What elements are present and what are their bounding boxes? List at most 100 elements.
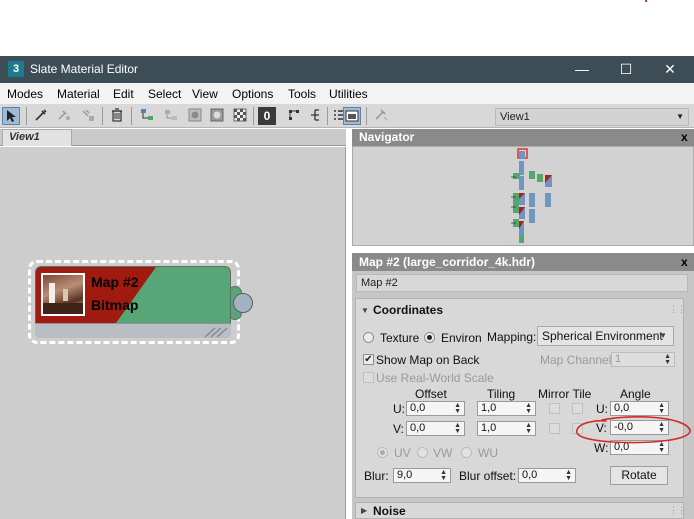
show-map-icon[interactable] — [208, 107, 226, 125]
u-mirror-checkbox[interactable] — [549, 403, 560, 414]
node-type: Bitmap — [91, 297, 139, 313]
spinner-arrows-icon: ▲ ▼ — [440, 469, 447, 482]
select-arrow-icon[interactable] — [2, 107, 20, 125]
rotate-button[interactable]: Rotate — [610, 466, 668, 485]
parameter-panel-header[interactable]: Map #2 (large_corridor_4k.hdr) — [352, 253, 694, 271]
rollout-expanded-icon: ▼ — [361, 306, 369, 315]
tab-view1[interactable]: View1 — [2, 129, 72, 146]
spinner-arrows-icon: ▲ ▼ — [454, 422, 461, 435]
v-tiling-value: 1,0 — [481, 422, 497, 434]
node-title: Map #2 — [91, 274, 139, 290]
node-thumbnail — [41, 273, 85, 316]
map-channel-label: Map Channel: — [540, 353, 615, 367]
toolbar-separator — [253, 107, 254, 125]
hide-children-icon[interactable] — [162, 107, 180, 125]
vw-radio[interactable] — [417, 447, 428, 458]
minimize-button[interactable]: — — [562, 58, 602, 80]
u-offset-spinner[interactable]: 0,0 ▲ ▼ — [406, 401, 465, 416]
blur-spinner[interactable]: 9,0 ▲ ▼ — [393, 468, 451, 483]
menu-edit[interactable]: Edit — [113, 87, 134, 101]
coordinates-rollout-title[interactable]: Coordinates — [373, 303, 443, 317]
map-name-field[interactable]: Map #2 — [356, 274, 688, 292]
noise-rollout-title[interactable]: Noise — [373, 504, 406, 518]
toolbar-separator — [327, 107, 328, 125]
map-channel-value: 1 — [615, 353, 622, 365]
parameter-panel-close-icon[interactable]: x — [681, 255, 688, 269]
menu-material[interactable]: Material — [57, 87, 100, 101]
navigator-view[interactable] — [352, 146, 694, 246]
navigator-close-icon[interactable]: x — [681, 130, 688, 144]
u-offset-value: 0,0 — [410, 402, 426, 414]
wu-radio[interactable] — [461, 447, 472, 458]
texture-label: Texture — [380, 331, 420, 345]
show-background-icon[interactable] — [186, 107, 204, 125]
layout-children-icon[interactable] — [306, 107, 324, 125]
blur-value: 9,0 — [397, 469, 413, 481]
toolbar-separator — [366, 107, 367, 125]
stray-mark — [645, 0, 647, 2]
rollout-grip-icon: ⋮⋮ — [669, 304, 686, 314]
navigator-header[interactable]: Navigator — [352, 129, 694, 146]
maximize-button[interactable]: ☐ — [606, 58, 646, 80]
mapping-dropdown[interactable]: Spherical Environment ▼ — [537, 326, 674, 346]
lock-icon[interactable] — [372, 107, 390, 125]
close-button[interactable]: ✕ — [650, 58, 690, 80]
checker-icon[interactable] — [231, 107, 249, 125]
menu-tools[interactable]: Tools — [288, 87, 316, 101]
texture-radio[interactable] — [363, 332, 374, 343]
menu-options[interactable]: Options — [232, 87, 273, 101]
angle-column-header: Angle — [620, 387, 651, 401]
u-row-label: U: — [393, 402, 405, 416]
toolbar-separator — [131, 107, 132, 125]
node-output-socket[interactable] — [233, 293, 253, 313]
menu-select[interactable]: Select — [148, 87, 181, 101]
navigator-minimap — [511, 148, 552, 243]
put-to-scene-icon[interactable] — [79, 107, 97, 125]
mirror-tile-column-header: Mirror Tile — [538, 387, 592, 401]
toolbar-separator — [102, 107, 103, 125]
environ-radio[interactable] — [424, 332, 435, 343]
uv-radio[interactable] — [377, 447, 388, 458]
view-select-dropdown[interactable]: View1 ▼ — [495, 108, 689, 126]
pick-material-icon[interactable] — [55, 107, 73, 125]
chevron-down-icon: ▼ — [676, 112, 684, 121]
v-row-label: V: — [393, 422, 404, 436]
blur-offset-spinner[interactable]: 0,0 ▲ ▼ — [518, 468, 576, 483]
spinner-arrows-icon: ▲ ▼ — [525, 402, 532, 415]
node-footer — [35, 323, 231, 338]
v-tiling-spinner[interactable]: 1,0 ▲ ▼ — [477, 421, 536, 436]
eyedropper-icon[interactable] — [32, 107, 50, 125]
blur-offset-label: Blur offset: — [459, 469, 517, 483]
zero-icon[interactable]: 0 — [258, 107, 276, 125]
red-annotation-circle — [575, 416, 691, 444]
use-real-world-scale-checkbox[interactable] — [363, 372, 374, 383]
layout-all-icon[interactable] — [285, 107, 303, 125]
spinner-arrows-icon: ▲ ▼ — [454, 402, 461, 415]
menu-utilities[interactable]: Utilities — [329, 87, 368, 101]
properties-icon[interactable] — [343, 107, 361, 125]
show-map-on-back-checkbox[interactable]: ✔ — [363, 354, 374, 365]
offset-column-header: Offset — [415, 387, 447, 401]
chevron-down-icon: ▼ — [659, 331, 667, 340]
view-select-value: View1 — [500, 111, 530, 123]
window-title: Slate Material Editor — [30, 62, 139, 76]
move-children-icon[interactable] — [138, 107, 156, 125]
v-offset-spinner[interactable]: 0,0 ▲ ▼ — [406, 421, 465, 436]
tiling-column-header: Tiling — [487, 387, 516, 401]
app-3ds-icon: 3 — [8, 61, 24, 77]
mapping-value: Spherical Environment — [542, 329, 663, 343]
mapping-label: Mapping: — [487, 330, 537, 344]
u-tiling-spinner[interactable]: 1,0 ▲ ▼ — [477, 401, 536, 416]
blur-label: Blur: — [364, 469, 389, 483]
map-channel-spinner[interactable]: 1 ▲ ▼ — [611, 352, 675, 367]
menu-view[interactable]: View — [192, 87, 218, 101]
toolbar-separator — [26, 107, 27, 125]
slate-material-editor-window: 3 Slate Material Editor — ☐ ✕ Modes Mate… — [0, 0, 694, 519]
use-real-world-scale-label: Use Real-World Scale — [376, 371, 494, 385]
u-tiling-value: 1,0 — [481, 402, 497, 414]
delete-icon[interactable] — [108, 107, 126, 125]
spinner-arrows-icon: ▲ ▼ — [525, 422, 532, 435]
wu-label: WU — [478, 446, 498, 460]
v-mirror-checkbox[interactable] — [549, 423, 560, 434]
menu-modes[interactable]: Modes — [7, 87, 43, 101]
